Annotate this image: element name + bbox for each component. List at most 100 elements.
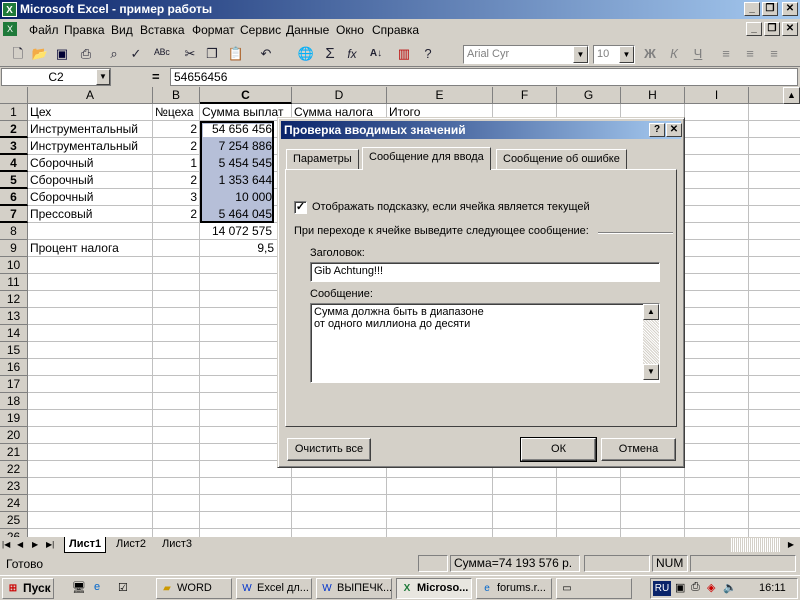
printer-icon[interactable]: ⎙ — [691, 581, 700, 594]
cell-c5[interactable]: 1 353 644 — [200, 172, 274, 189]
minimize-button[interactable]: _ — [744, 2, 760, 16]
cell-a2[interactable]: Инструментальный — [28, 121, 152, 138]
quicklaunch-icon[interactable]: ☑ — [118, 581, 132, 595]
scroll-up-button[interactable]: ▲ — [783, 87, 800, 104]
row-header[interactable]: 8 — [0, 223, 28, 240]
copy-icon[interactable]: ❐ — [202, 44, 222, 64]
preview-icon[interactable]: ⌕ — [104, 44, 124, 64]
underline-button[interactable]: Ч — [688, 44, 708, 64]
save-icon[interactable]: ▣ — [52, 44, 72, 64]
menu-view[interactable]: Вид — [111, 23, 133, 37]
spell-check-icon[interactable]: ᴬᴮᶜ — [152, 44, 172, 64]
scroll-right-button[interactable]: ▶ — [783, 538, 799, 552]
menu-insert[interactable]: Вставка — [140, 23, 185, 37]
doc-minimize-button[interactable]: _ — [746, 22, 762, 36]
column-header[interactable]: F — [493, 87, 557, 104]
row-header[interactable]: 15 — [0, 342, 28, 359]
help-icon[interactable]: ? — [418, 44, 438, 64]
open-icon[interactable]: 📂 — [30, 44, 50, 64]
cell-b7[interactable]: 2 — [153, 206, 199, 223]
chart-icon[interactable]: ▥ — [394, 44, 414, 64]
row-header[interactable]: 22 — [0, 461, 28, 478]
select-all-corner[interactable] — [0, 87, 28, 104]
row-header[interactable]: 18 — [0, 393, 28, 410]
cell-b3[interactable]: 2 — [153, 138, 199, 155]
paste-icon[interactable]: 📋 — [226, 44, 246, 64]
menu-format[interactable]: Формат — [192, 23, 235, 37]
horizontal-scrollbar[interactable] — [730, 538, 780, 552]
cell-b6[interactable]: 3 — [153, 189, 199, 206]
column-header[interactable]: C — [200, 87, 292, 104]
column-header[interactable]: H — [621, 87, 685, 104]
row-header[interactable]: 20 — [0, 427, 28, 444]
align-center-icon[interactable]: ≡ — [740, 44, 760, 64]
sheet-tab-2[interactable]: Лист2 — [112, 537, 150, 553]
print-icon[interactable]: ⎙ — [76, 44, 96, 64]
cut-icon[interactable]: ✂ — [180, 44, 200, 64]
row-header[interactable]: 6 — [0, 189, 28, 206]
row-header[interactable]: 13 — [0, 308, 28, 325]
row-header[interactable]: 17 — [0, 376, 28, 393]
undo-icon[interactable]: ↶ — [256, 44, 276, 64]
column-header[interactable]: E — [387, 87, 493, 104]
task-vypechka[interactable]: W ВЫПЕЧК... — [316, 578, 392, 599]
cell-c7[interactable]: 5 464 045 — [200, 206, 274, 223]
row-header[interactable]: 11 — [0, 274, 28, 291]
chevron-down-icon[interactable]: ▼ — [573, 46, 588, 63]
task-forums[interactable]: e forums.r... — [476, 578, 552, 599]
row-header[interactable]: 9 — [0, 240, 28, 257]
cell-b2[interactable]: 2 — [153, 121, 199, 138]
row-header[interactable]: 4 — [0, 155, 28, 172]
column-header[interactable]: B — [153, 87, 200, 104]
menu-file[interactable]: Файл — [29, 23, 59, 37]
doc-restore-button[interactable]: ❐ — [764, 22, 780, 36]
maximize-button[interactable]: ❐ — [762, 2, 778, 16]
row-header[interactable]: 24 — [0, 495, 28, 512]
cell-b5[interactable]: 2 — [153, 172, 199, 189]
menu-edit[interactable]: Правка — [64, 23, 105, 37]
desktop-icon[interactable]: 🖥 — [72, 581, 86, 595]
scroll-up-icon[interactable]: ▲ — [643, 304, 659, 320]
first-sheet-icon[interactable]: |◀ — [2, 538, 14, 551]
sheet-tab-3[interactable]: Лист3 — [158, 537, 196, 553]
cell-c3[interactable]: 7 254 886 — [200, 138, 274, 155]
task-word[interactable]: ▰ WORD — [156, 578, 232, 599]
task-excel-doc[interactable]: W Excel дл... — [236, 578, 312, 599]
tab-input-message[interactable]: Сообщение для ввода — [362, 147, 491, 170]
dialog-title-bar[interactable]: Проверка вводимых значений ? ✕ — [281, 121, 682, 139]
row-header[interactable]: 5 — [0, 172, 28, 189]
font-name-combo[interactable]: Arial Cyr ▼ — [463, 45, 589, 64]
network-icon[interactable]: ▣ — [675, 581, 685, 594]
function-icon[interactable]: fx — [342, 44, 362, 64]
row-header[interactable]: 1 — [0, 104, 28, 121]
row-header[interactable]: 19 — [0, 410, 28, 427]
cell-c4[interactable]: 5 454 545 — [200, 155, 274, 172]
row-header[interactable]: 14 — [0, 325, 28, 342]
show-tip-label[interactable]: Отображать подсказку, если ячейка являет… — [312, 201, 590, 213]
row-header[interactable]: 16 — [0, 359, 28, 376]
align-left-icon[interactable]: ≡ — [716, 44, 736, 64]
volume-icon[interactable]: 🔈 — [723, 581, 737, 594]
cell-c8[interactable]: 14 072 575 — [200, 223, 274, 240]
menu-tools[interactable]: Сервис — [240, 23, 281, 37]
font-size-combo[interactable]: 10 ▼ — [593, 45, 635, 64]
next-sheet-icon[interactable]: ▶ — [32, 538, 44, 551]
clear-all-button[interactable]: Очистить все — [287, 438, 371, 461]
row-header[interactable]: 2 — [0, 121, 28, 138]
cell-c2[interactable]: 54 656 456 — [200, 121, 274, 138]
sheet-tab-1[interactable]: Лист1 — [64, 537, 107, 553]
row-header[interactable]: 21 — [0, 444, 28, 461]
task-microsoft-excel[interactable]: X Microso... — [396, 578, 472, 599]
row-header[interactable]: 25 — [0, 512, 28, 529]
column-header[interactable]: D — [292, 87, 387, 104]
heading-input[interactable]: Gib Achtung!!! — [310, 262, 660, 282]
column-header[interactable]: A — [28, 87, 153, 104]
ie-icon[interactable]: e — [94, 581, 108, 595]
column-header[interactable]: G — [557, 87, 621, 104]
last-sheet-icon[interactable]: ▶| — [46, 538, 58, 551]
help-button[interactable]: ? — [649, 123, 665, 137]
row-header[interactable]: 23 — [0, 478, 28, 495]
cell-a7[interactable]: Прессовый — [28, 206, 152, 223]
textarea-scrollbar[interactable]: ▲ ▼ — [643, 304, 659, 380]
cell-a9[interactable]: Процент налога — [28, 240, 152, 257]
